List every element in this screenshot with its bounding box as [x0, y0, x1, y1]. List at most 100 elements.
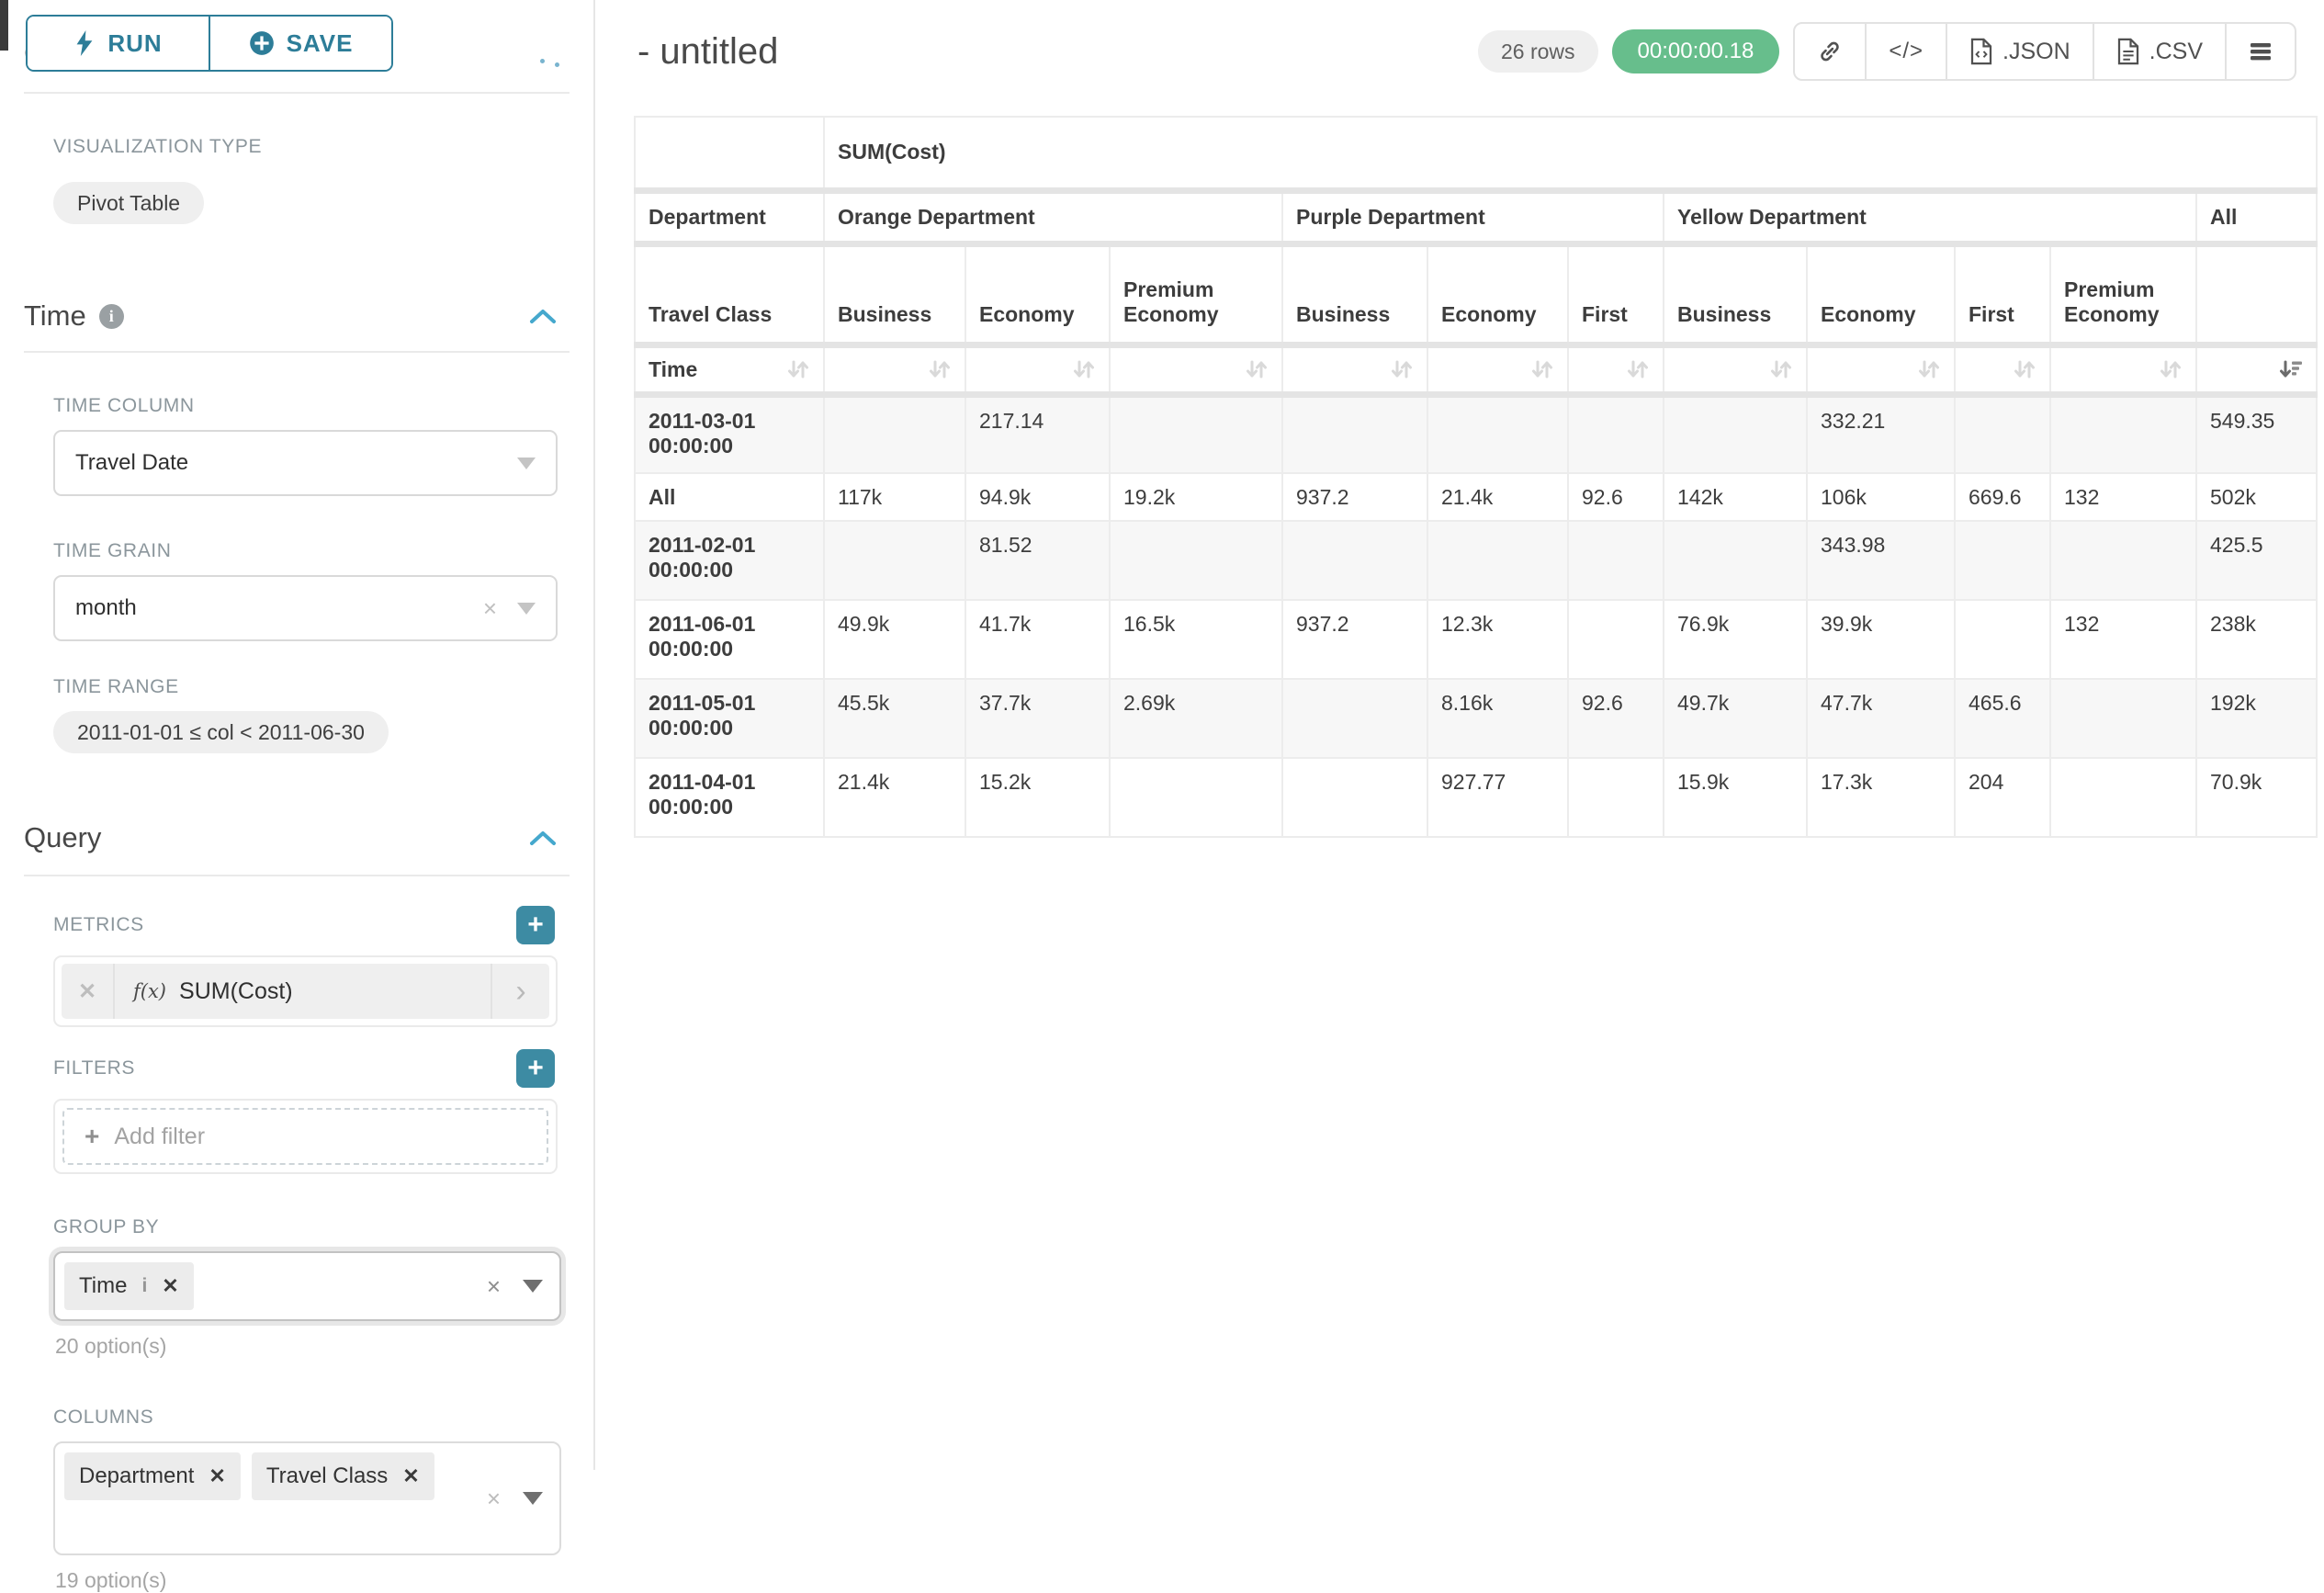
visualization-type-value[interactable]: Pivot Table [53, 182, 204, 224]
pivot-value-cell: 204 [1955, 758, 2050, 837]
add-filter-button[interactable]: + Add filter [62, 1108, 548, 1165]
pivot-row-header: 2011-02-01 00:00:00 [635, 521, 824, 600]
pivot-sort-cell [965, 345, 1110, 394]
chevron-down-icon [517, 458, 536, 469]
pivot-value-cell: 117k [824, 473, 965, 521]
chevron-up-icon[interactable] [529, 830, 557, 846]
pivot-sort-cell [1664, 345, 1807, 394]
pivot-row-header: 2011-04-01 00:00:00 [635, 758, 824, 837]
sort-icon[interactable] [1767, 356, 1795, 383]
copy-link-button[interactable] [1795, 24, 1865, 79]
embed-code-button[interactable]: </> [1865, 24, 1946, 79]
json-label: .JSON [2002, 39, 2070, 65]
pivot-sort-cell [1568, 345, 1664, 394]
pivot-value-cell [1568, 394, 1664, 473]
remove-chip-icon[interactable]: ✕ [402, 1464, 419, 1488]
pivot-value-cell: 16.5k [1110, 600, 1282, 679]
remove-chip-icon[interactable]: ✕ [162, 1274, 178, 1298]
pivot-value-cell [1568, 600, 1664, 679]
pivot-value-cell: 927.77 [1427, 758, 1568, 837]
save-button[interactable]: SAVE [209, 17, 391, 70]
pivot-value-cell: 192k [2196, 679, 2317, 758]
divider [24, 92, 570, 94]
pivot-value-cell: 81.52 [965, 521, 1110, 600]
pivot-value-cell: 21.4k [1427, 473, 1568, 521]
pivot-value-cell: 502k [2196, 473, 2317, 521]
pivot-corner-cell [635, 117, 824, 190]
export-toolbar: </> .JSON .CSV [1793, 22, 2296, 81]
sort-icon[interactable] [1243, 356, 1270, 383]
clear-icon[interactable]: × [487, 1485, 501, 1513]
pivot-class-header [2196, 243, 2317, 345]
pivot-value-cell: 937.2 [1282, 600, 1427, 679]
pivot-value-cell: 49.7k [1664, 679, 1807, 758]
pivot-sort-cell [1110, 345, 1282, 394]
time-range-value[interactable]: 2011-01-01 ≤ col < 2011-06-30 [53, 711, 389, 753]
group-by-select[interactable]: Time i ✕ × [53, 1251, 561, 1321]
sort-desc-icon[interactable] [2277, 356, 2305, 383]
info-icon: i [141, 1275, 147, 1297]
chevron-down-icon [523, 1280, 543, 1293]
columns-chip[interactable]: Department ✕ [64, 1452, 241, 1500]
time-grain-value: month [75, 595, 483, 621]
pivot-value-cell [1110, 394, 1282, 473]
visualization-type-label: VISUALIZATION TYPE [53, 136, 555, 158]
time-column-select[interactable]: Travel Date [53, 430, 558, 496]
chart-title[interactable]: - untitled [637, 31, 778, 73]
columns-select[interactable]: Department ✕ Travel Class ✕ × [53, 1441, 561, 1555]
run-save-button-group: RUN SAVE [26, 15, 393, 72]
chevron-up-icon[interactable] [529, 308, 557, 324]
pivot-value-cell: 41.7k [965, 600, 1110, 679]
remove-chip-icon[interactable]: ✕ [209, 1464, 225, 1488]
pivot-value-cell: 142k [1664, 473, 1807, 521]
clear-icon[interactable]: × [483, 594, 497, 623]
pivot-department-header: Purple Department [1282, 190, 1664, 243]
sort-icon[interactable] [926, 356, 953, 383]
sort-icon[interactable] [1388, 356, 1416, 383]
pivot-table: SUM(Cost)DepartmentOrange DepartmentPurp… [634, 116, 2318, 838]
columns-chip[interactable]: Travel Class ✕ [252, 1452, 434, 1500]
sort-icon[interactable] [1624, 356, 1652, 383]
group-by-chip[interactable]: Time i ✕ [64, 1262, 194, 1310]
pivot-value-cell [1955, 394, 2050, 473]
pivot-sort-cell [1282, 345, 1427, 394]
file-lines-icon [2116, 38, 2140, 65]
pivot-class-header: Business [1664, 243, 1807, 345]
pivot-value-cell: 217.14 [965, 394, 1110, 473]
pivot-value-cell [824, 394, 965, 473]
time-section-header: Time i [24, 299, 557, 333]
pivot-value-cell: 49.9k [824, 600, 965, 679]
pivot-value-cell [1568, 521, 1664, 600]
sort-icon[interactable] [2157, 356, 2184, 383]
pivot-class-header: First [1568, 243, 1664, 345]
group-by-chip-label: Time [79, 1273, 127, 1299]
add-metric-button[interactable]: + [516, 906, 555, 944]
sort-icon[interactable] [1529, 356, 1556, 383]
pivot-class-header: Economy [965, 243, 1110, 345]
export-json-button[interactable]: .JSON [1946, 24, 2093, 79]
pivot-value-cell: 2.69k [1110, 679, 1282, 758]
add-filter-plus-button[interactable]: + [516, 1049, 555, 1088]
pivot-class-header: First [1955, 243, 2050, 345]
sort-icon[interactable] [1070, 356, 1098, 383]
menu-button[interactable] [2225, 24, 2295, 79]
export-csv-button[interactable]: .CSV [2093, 24, 2225, 79]
metric-chip[interactable]: ✕ f(x) SUM(Cost) › [62, 964, 549, 1019]
columns-chip-label: Travel Class [266, 1463, 388, 1489]
sort-icon[interactable] [1915, 356, 1943, 383]
run-button[interactable]: RUN [28, 17, 209, 70]
code-icon: </> [1889, 39, 1924, 64]
sort-icon[interactable] [784, 356, 812, 383]
columns-option-count: 19 option(s) [55, 1568, 593, 1593]
chart-area: - untitled 26 rows 00:00:00.18 </> .JSON… [597, 0, 2324, 1470]
time-grain-select[interactable]: month × [53, 575, 558, 641]
filters-label: FILTERS [53, 1057, 135, 1079]
chevron-right-icon[interactable]: › [491, 964, 549, 1019]
sort-icon[interactable] [2011, 356, 2038, 383]
clear-icon[interactable]: × [487, 1272, 501, 1301]
pivot-value-cell [1664, 521, 1807, 600]
lightning-icon [73, 30, 96, 56]
pivot-class-header: Economy [1427, 243, 1568, 345]
remove-metric-icon[interactable]: ✕ [62, 964, 115, 1019]
pivot-class-header: Premium Economy [2050, 243, 2196, 345]
